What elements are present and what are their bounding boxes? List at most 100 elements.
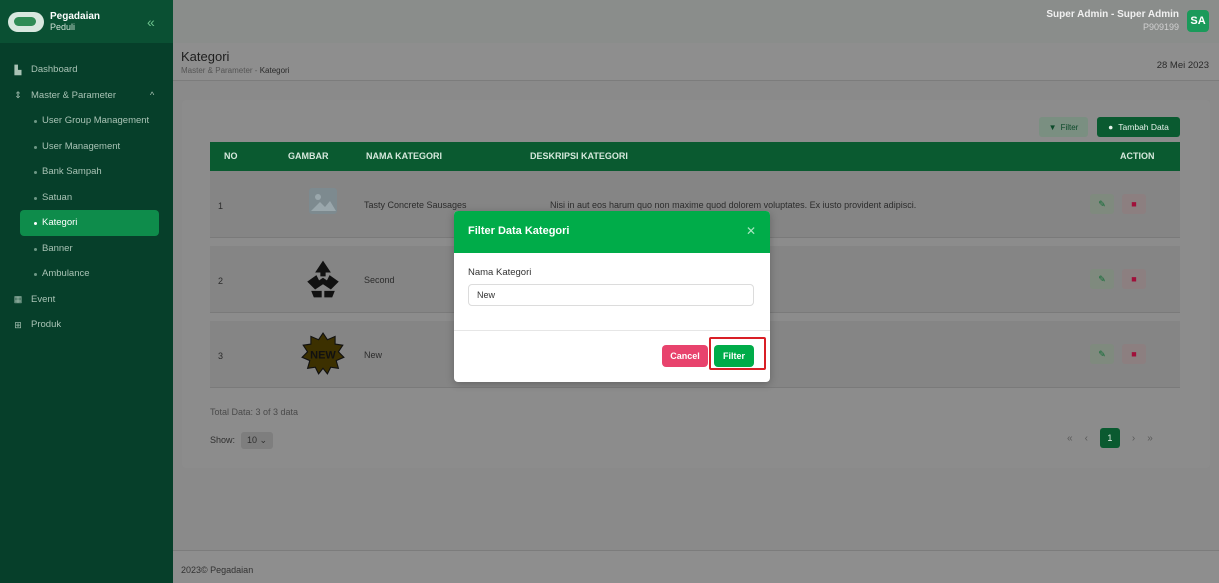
column-header: GAMBAR (288, 151, 329, 161)
sidebar-item-label: Master & Parameter (31, 89, 116, 101)
trash-icon[interactable]: ■ (1122, 344, 1146, 364)
brand: Pegadaian Peduli « (0, 0, 173, 43)
sidebar-item-label: Bank Sampah (42, 166, 102, 178)
sidebar: Pegadaian Peduli « ▙ Dashboard ⇕ Master & … (0, 0, 173, 583)
current-page[interactable]: 1 (1099, 428, 1120, 448)
sidebar-item-bank-sampah[interactable]: Bank Sampah (0, 159, 173, 185)
page-size-value: 10 (247, 435, 258, 445)
sidebar-item-kategori[interactable]: Kategori (20, 210, 159, 236)
chevron-up-icon: ^ (150, 90, 155, 101)
parameter-icon: ⇕ (14, 90, 22, 101)
sidebar-item-label: Ambulance (42, 268, 90, 280)
filter-button-label: Filter (1060, 122, 1079, 132)
show-label: Show: (210, 435, 236, 445)
sidebar-item-user-group-management[interactable]: User Group Management (0, 108, 173, 134)
sidebar-item-event[interactable]: ▦ Event (0, 287, 173, 313)
page-title: Kategori (181, 49, 230, 64)
page-size-select[interactable]: 10 ⌄ (241, 432, 274, 449)
table-header: NO GAMBAR NAMA KATEGORI DESKRIPSI KATEGO… (210, 142, 1180, 171)
sidebar-item-dashboard[interactable]: ▙ Dashboard (0, 57, 173, 83)
brand-name: Pegadaian (50, 10, 101, 22)
row-name: New (364, 350, 383, 360)
breadcrumb: Master & Parameter - Kategori (181, 66, 290, 75)
page-size: Show: 10 ⌄ (210, 432, 274, 449)
row-no: 2 (218, 276, 224, 286)
add-data-label: Tambah Data (1118, 122, 1169, 132)
modal-header: Filter Data Kategori ✕ (454, 211, 770, 253)
plus-circle-icon: ● (1108, 122, 1114, 132)
image-placeholder-icon (309, 188, 337, 214)
modal-title: Filter Data Kategori (468, 225, 570, 237)
trash-icon[interactable]: ■ (1122, 269, 1146, 289)
row-no: 3 (218, 351, 224, 361)
edit-icon[interactable]: ✎ (1090, 344, 1114, 364)
svg-text:NEW: NEW (310, 349, 336, 361)
footer-text: 2023© Pegadaian (181, 565, 254, 575)
pagination: « ‹ 1 › » (1067, 428, 1153, 448)
column-header: NAMA KATEGORI (366, 151, 442, 161)
highlight-box (709, 337, 766, 370)
sidebar-item-label: Kategori (42, 217, 78, 229)
sidebar-item-satuan[interactable]: Satuan (0, 185, 173, 211)
row-no: 1 (218, 201, 224, 211)
add-data-button[interactable]: ● Tambah Data (1097, 117, 1180, 137)
topbar: Super Admin - Super Admin P909199 SA (173, 0, 1219, 43)
prev-page-icon[interactable]: ‹ (1085, 433, 1088, 444)
user-info[interactable]: Super Admin - Super Admin P909199 (1046, 9, 1179, 32)
breadcrumb-current: Kategori (259, 66, 290, 75)
grid-icon: ⊞ (14, 319, 22, 330)
recycle-image-icon (307, 260, 339, 298)
edit-icon[interactable]: ✎ (1090, 194, 1114, 214)
row-actions: ✎ ■ (1090, 269, 1146, 289)
row-actions: ✎ ■ (1090, 344, 1146, 364)
trash-icon[interactable]: ■ (1122, 194, 1146, 214)
sidebar-item-user-management[interactable]: User Management (0, 134, 173, 160)
cancel-button[interactable]: Cancel (662, 345, 708, 367)
column-header: ACTION (1120, 151, 1155, 161)
sidebar-item-label: Produk (31, 319, 62, 331)
app: Pegadaian Peduli « ▙ Dashboard ⇕ Master & … (0, 0, 1219, 583)
field-label: Nama Kategori (468, 267, 532, 278)
sidebar-item-master-parameter[interactable]: ⇕ Master & Parameter ^ (0, 83, 173, 109)
row-description: Nisi in aut eos harum quo non maxime quo… (550, 200, 917, 210)
next-page-icon[interactable]: › (1132, 433, 1135, 444)
first-page-icon[interactable]: « (1067, 433, 1073, 444)
dashboard-icon: ▙ (14, 64, 22, 75)
sidebar-nav: ▙ Dashboard ⇕ Master & Parameter ^ User Gro… (0, 57, 173, 338)
sidebar-item-label: User Group Management (42, 115, 150, 127)
column-header: NO (224, 151, 238, 161)
row-name: Second (364, 275, 395, 285)
calendar-icon: ▦ (13, 294, 23, 305)
brand-text: Pegadaian Peduli (50, 10, 101, 32)
user-id: P909199 (1142, 22, 1179, 32)
column-header: DESKRIPSI KATEGORI (530, 151, 628, 161)
collapse-sidebar-icon[interactable]: « (147, 14, 155, 30)
row-name: Tasty Concrete Sausages (364, 200, 467, 210)
sidebar-item-label: Dashboard (31, 64, 78, 76)
sidebar-item-ambulance[interactable]: Ambulance (0, 261, 173, 287)
row-actions: ✎ ■ (1090, 194, 1146, 214)
nama-kategori-input[interactable]: New (468, 284, 754, 306)
new-badge-icon: NEW (301, 332, 345, 375)
sidebar-item-banner[interactable]: Banner (0, 236, 173, 262)
total-data: Total Data: 3 of 3 data (210, 407, 299, 417)
user-name: Super Admin - Super Admin (1046, 9, 1179, 20)
avatar[interactable]: SA (1187, 10, 1209, 32)
sidebar-item-label: Event (31, 293, 56, 305)
close-icon[interactable]: ✕ (746, 224, 756, 238)
pegadaian-logo-icon (8, 11, 44, 32)
breadcrumb-parent[interactable]: Master & Parameter (181, 66, 253, 75)
page-date: 28 Mei 2023 (1156, 60, 1209, 71)
sidebar-item-label: Banner (42, 242, 73, 254)
brand-sub: Peduli (50, 21, 76, 32)
last-page-icon[interactable]: » (1147, 433, 1153, 444)
sidebar-item-label: Satuan (42, 191, 73, 203)
modal-body: Nama Kategori New (454, 253, 770, 331)
footer: 2023© Pegadaian (173, 550, 1219, 583)
sidebar-item-label: User Management (42, 140, 121, 152)
filter-button[interactable]: ▼ Filter (1039, 117, 1088, 137)
filter-icon: ▼ (1048, 122, 1057, 132)
page-header: Kategori Master & Parameter - Kategori 2… (173, 43, 1219, 81)
edit-icon[interactable]: ✎ (1090, 269, 1114, 289)
sidebar-item-produk[interactable]: ⊞ Produk (0, 312, 173, 338)
